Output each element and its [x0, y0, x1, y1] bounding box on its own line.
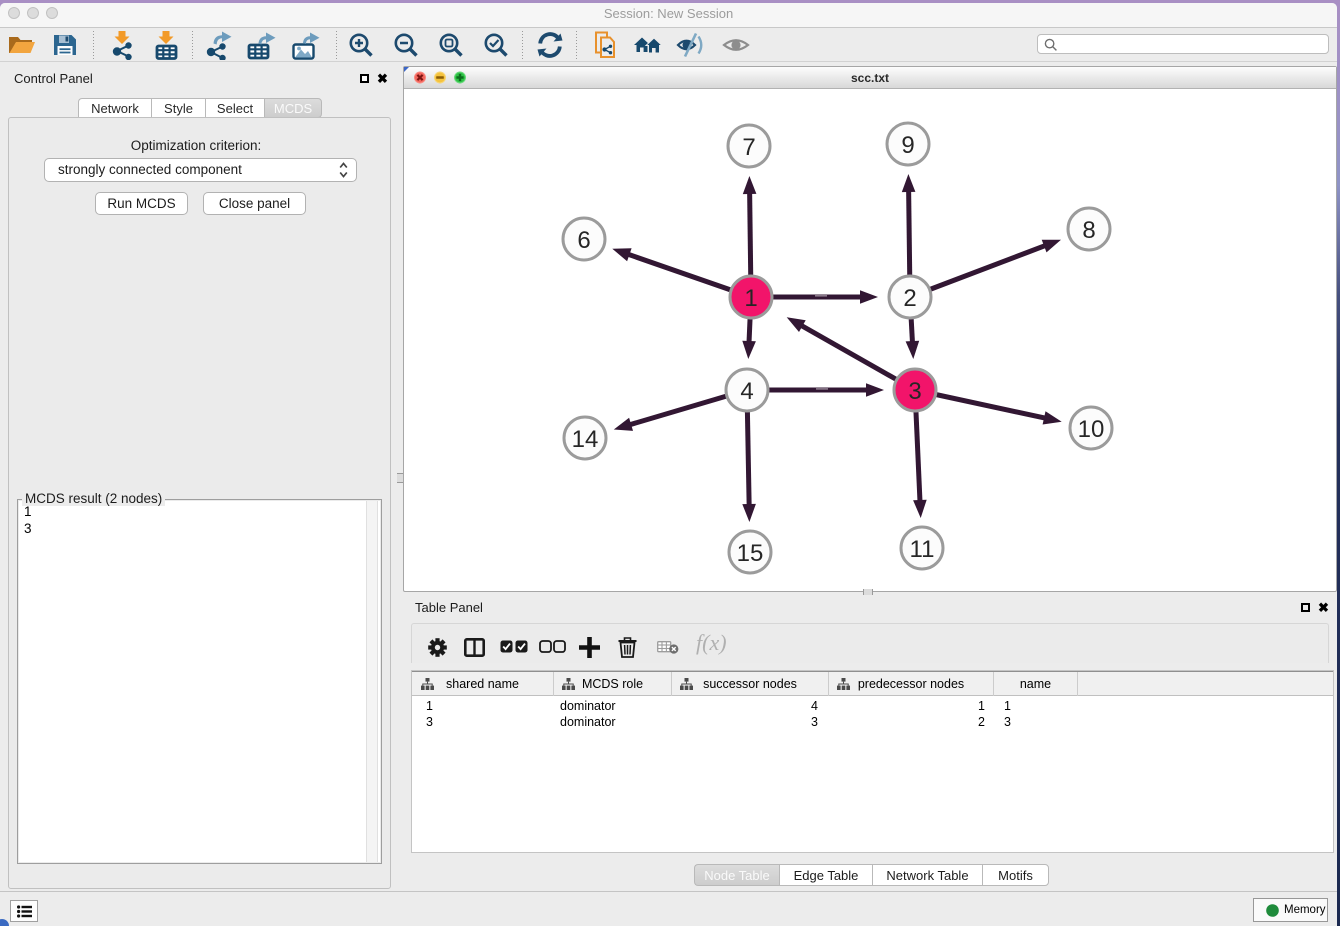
svg-text:4: 4 — [740, 378, 753, 405]
svg-text:10: 10 — [1078, 416, 1105, 443]
svg-text:11: 11 — [910, 536, 935, 563]
svg-text:8: 8 — [1082, 217, 1095, 244]
svg-text:2: 2 — [903, 285, 916, 312]
svg-text:9: 9 — [901, 132, 914, 159]
svg-text:6: 6 — [577, 227, 590, 254]
svg-text:7: 7 — [742, 134, 755, 161]
svg-text:3: 3 — [908, 378, 921, 405]
svg-text:1: 1 — [744, 285, 757, 312]
svg-text:15: 15 — [737, 540, 764, 567]
svg-text:14: 14 — [572, 426, 599, 453]
